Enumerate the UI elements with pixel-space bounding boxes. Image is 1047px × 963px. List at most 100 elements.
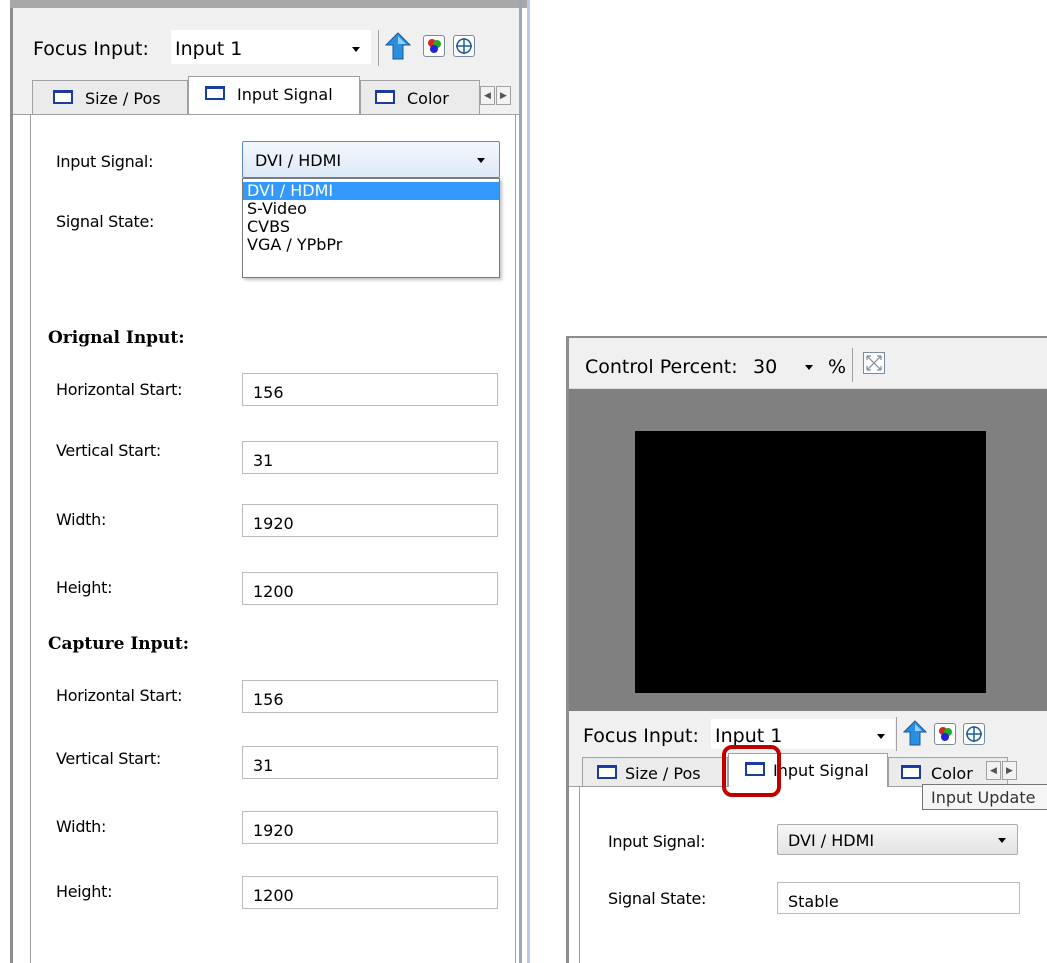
signal-state-label: Signal State:	[608, 889, 707, 908]
tab-size-pos[interactable]: Size / Pos	[582, 757, 728, 786]
position-button[interactable]	[963, 723, 985, 745]
capture-h-start-label: Horizontal Start:	[56, 686, 183, 705]
original-h-start-label: Horizontal Start:	[56, 380, 183, 399]
control-percent-label: Control Percent:	[585, 356, 738, 378]
move-arrows-icon	[966, 726, 982, 742]
option-dvi-hdmi[interactable]: DVI / HDMI	[243, 182, 499, 200]
original-height-field[interactable]: 1200	[242, 572, 498, 605]
focus-input-label: Focus Input:	[33, 38, 149, 60]
tab-size-pos-label: Size / Pos	[85, 89, 161, 108]
right-focus-toolbar: Focus Input: Input 1	[569, 711, 1047, 753]
left-panel-right-edge	[527, 0, 530, 963]
control-percent-dropdown[interactable]: 30	[749, 350, 817, 380]
left-panel-left-border	[10, 0, 13, 963]
tab-scroll-right-button[interactable]: ▶	[496, 86, 511, 105]
fit-view-button[interactable]	[863, 352, 885, 374]
chevron-down-icon	[998, 838, 1006, 843]
signal-state-field[interactable]: Stable	[777, 882, 1020, 914]
percent-symbol: %	[828, 356, 847, 378]
arrow-up-icon	[384, 32, 412, 60]
input-signal-select[interactable]: DVI / HDMI	[242, 141, 500, 178]
rgb-icon	[939, 727, 952, 741]
tab-scroll-left-button[interactable]: ◀	[480, 86, 495, 105]
tab-size-pos[interactable]: Size / Pos	[32, 80, 188, 114]
move-up-button[interactable]	[902, 720, 928, 746]
tab-input-signal[interactable]: Input Signal	[188, 76, 360, 114]
original-h-start-field[interactable]: 156	[242, 373, 498, 406]
focus-input-value: Input 1	[715, 725, 783, 747]
preview-frame	[569, 389, 1047, 711]
input-signal-label: Input Signal:	[608, 832, 706, 851]
window-icon	[205, 86, 225, 100]
tab-input-signal-label: Input Signal	[773, 761, 869, 780]
toolbar-separator	[896, 717, 897, 751]
left-panel-right-border	[519, 0, 522, 963]
original-width-label: Width:	[56, 510, 107, 529]
tab-size-pos-label: Size / Pos	[625, 764, 701, 783]
original-width-field[interactable]: 1920	[242, 504, 498, 537]
tab-color-label: Color	[931, 764, 973, 783]
input-signal-dropdown-list: DVI / HDMI S-Video CVBS VGA / YPbPr	[242, 178, 500, 278]
original-v-start-field[interactable]: 31	[242, 441, 498, 474]
chevron-down-icon	[877, 734, 885, 739]
color-button[interactable]	[934, 723, 956, 745]
arrow-up-icon	[902, 720, 928, 746]
tab-color-label: Color	[407, 89, 449, 108]
input-signal-value: DVI / HDMI	[788, 831, 875, 850]
capture-height-label: Height:	[56, 882, 113, 901]
tab-color[interactable]: Color	[360, 80, 480, 114]
capture-height-field[interactable]: 1200	[242, 876, 498, 909]
rgb-icon	[428, 39, 441, 53]
original-input-title: Orignal Input:	[48, 328, 185, 348]
input-signal-label: Input Signal:	[56, 152, 154, 171]
move-up-button[interactable]	[384, 32, 412, 60]
left-panel: Focus Input: Input 1 Size / Pos Input Si…	[10, 0, 530, 963]
left-content-border-right	[515, 114, 516, 963]
focus-input-dropdown[interactable]: Input 1	[171, 30, 371, 64]
left-toolbar: Focus Input: Input 1	[13, 8, 519, 74]
capture-width-field[interactable]: 1920	[242, 811, 498, 844]
window-icon	[375, 90, 395, 104]
window-icon	[597, 765, 617, 779]
preview-screen[interactable]	[635, 431, 986, 693]
tooltip-text: Input Update	[931, 788, 1036, 807]
window-icon	[901, 765, 921, 779]
right-panel: Control Percent: 30 % Focus Input: Input…	[566, 336, 1047, 963]
option-s-video[interactable]: S-Video	[243, 200, 499, 218]
capture-h-start-field[interactable]: 156	[242, 680, 498, 713]
capture-v-start-field[interactable]: 31	[242, 746, 498, 779]
original-v-start-label: Vertical Start:	[56, 441, 161, 460]
tab-scroll-right-button[interactable]: ▶	[1002, 761, 1017, 780]
input-update-tooltip: Input Update	[922, 784, 1047, 810]
chevron-down-icon	[477, 158, 485, 163]
capture-input-title: Capture Input:	[48, 634, 190, 654]
fit-icon	[866, 355, 882, 371]
chevron-down-icon	[805, 365, 813, 370]
input-signal-value: DVI / HDMI	[255, 151, 342, 170]
chevron-down-icon	[352, 47, 360, 52]
toolbar-separator	[378, 30, 379, 66]
original-height-label: Height:	[56, 578, 113, 597]
control-percent-value: 30	[753, 356, 778, 378]
position-button[interactable]	[453, 35, 475, 57]
move-arrows-icon	[456, 38, 472, 54]
focus-input-label: Focus Input:	[583, 725, 699, 747]
highlight-box	[722, 745, 781, 797]
tab-input-signal-label: Input Signal	[237, 85, 333, 104]
left-content-border-left	[30, 114, 31, 963]
window-icon	[53, 90, 73, 104]
capture-width-label: Width:	[56, 817, 107, 836]
focus-input-value: Input 1	[175, 38, 243, 60]
option-cvbs[interactable]: CVBS	[243, 218, 499, 236]
right-content-border-left	[579, 786, 580, 963]
color-button[interactable]	[423, 35, 445, 57]
signal-state-value: Stable	[788, 892, 839, 911]
input-signal-select[interactable]: DVI / HDMI	[777, 824, 1018, 855]
tab-scroll-left-button[interactable]: ◀	[986, 761, 1001, 780]
option-vga-ypbpr[interactable]: VGA / YPbPr	[243, 236, 499, 254]
signal-state-label: Signal State:	[56, 212, 155, 231]
capture-v-start-label: Vertical Start:	[56, 749, 161, 768]
preview-toolbar: Control Percent: 30 %	[569, 338, 1047, 389]
left-panel-top-border	[10, 0, 530, 8]
toolbar-separator	[852, 348, 853, 382]
